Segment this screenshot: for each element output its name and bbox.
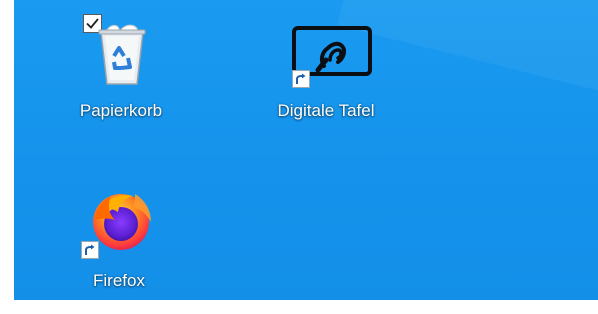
desktop-icon-recycle-bin[interactable]: Papierkorb (61, 0, 181, 130)
icon-label: Papierkorb (79, 101, 163, 120)
recycle-bin-icon (89, 14, 155, 88)
icon-label: Firefox (93, 271, 145, 290)
shortcut-arrow-icon (292, 70, 310, 88)
desktop[interactable]: Papierkorb Digitale Tafel Firefox (14, 0, 598, 300)
icon-label: Digitale Tafel (277, 101, 375, 120)
desktop-icon-firefox[interactable]: Firefox (59, 180, 179, 300)
desktop-icon-digitale-tafel[interactable]: Digitale Tafel (266, 0, 386, 130)
shortcut-arrow-icon (81, 241, 99, 259)
